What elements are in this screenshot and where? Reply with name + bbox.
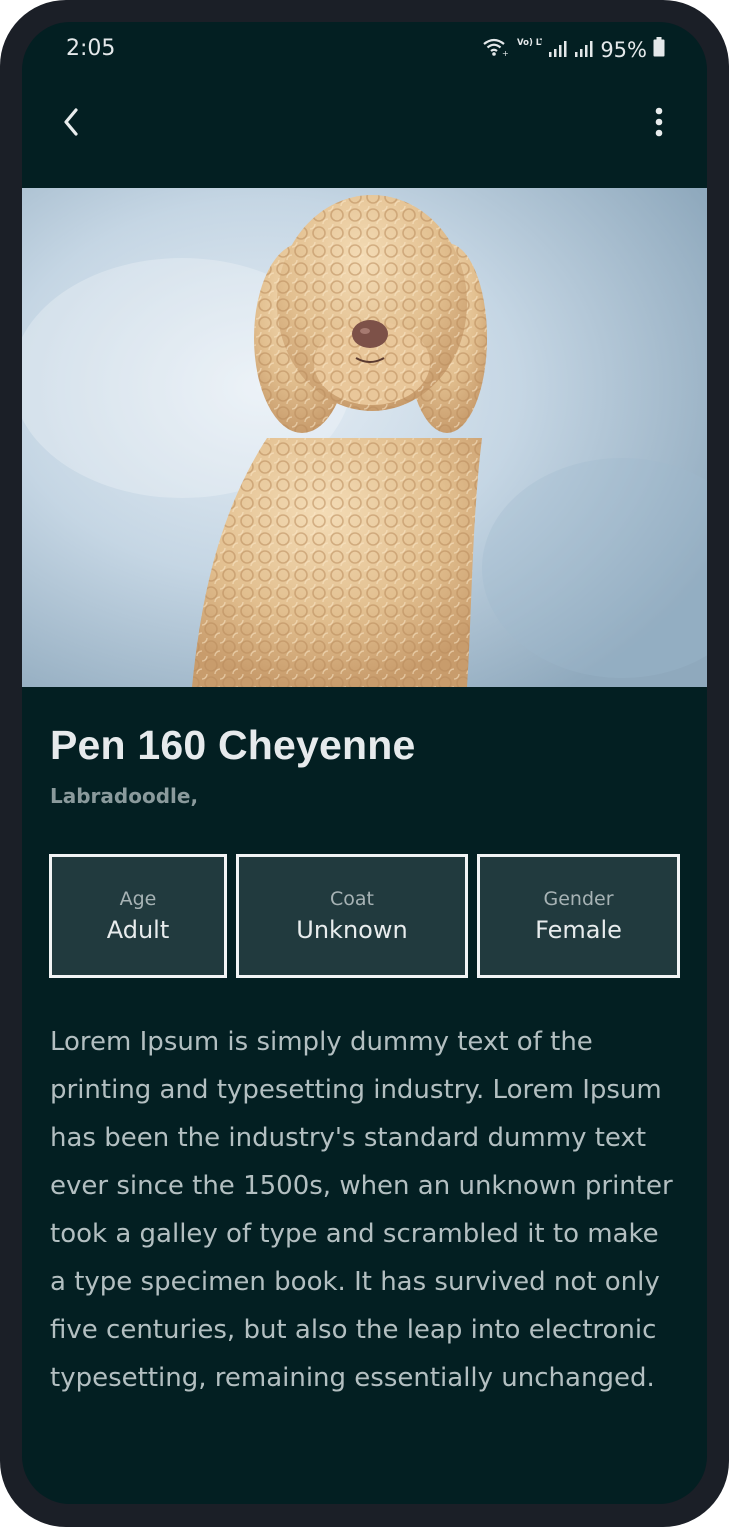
battery-percent: 95% bbox=[600, 37, 647, 62]
stat-label: Age bbox=[119, 888, 157, 910]
stat-label: Gender bbox=[543, 888, 614, 910]
wifi-icon: + bbox=[482, 37, 509, 62]
back-button[interactable] bbox=[52, 102, 92, 142]
stat-value: Unknown bbox=[296, 916, 408, 944]
battery-icon bbox=[653, 37, 665, 62]
chevron-left-icon bbox=[64, 108, 78, 136]
stat-card-gender: Gender Female bbox=[477, 854, 680, 978]
stat-card-age: Age Adult bbox=[49, 854, 227, 978]
stat-card-coat: Coat Unknown bbox=[236, 854, 468, 978]
pet-stats: Age Adult Coat Unknown Gender Female bbox=[49, 854, 680, 978]
pet-description: Lorem Ipsum is simply dummy text of the … bbox=[50, 1027, 673, 1393]
signal-icon bbox=[548, 38, 568, 62]
status-bar: 2:05 + Vo) LTE1 bbox=[22, 22, 707, 78]
stat-label: Coat bbox=[330, 888, 374, 910]
more-vertical-icon bbox=[655, 107, 663, 137]
app-bar bbox=[22, 84, 707, 184]
svg-text:+: + bbox=[502, 49, 508, 57]
phone-frame: 2:05 + Vo) LTE1 bbox=[0, 0, 729, 1527]
stat-value: Female bbox=[535, 916, 622, 944]
pet-breed: Labradoodle, bbox=[50, 784, 199, 808]
signal-icon bbox=[574, 38, 594, 62]
more-options-button[interactable] bbox=[639, 102, 679, 142]
stat-value: Adult bbox=[106, 916, 170, 944]
status-time: 2:05 bbox=[66, 36, 116, 61]
screen: 2:05 + Vo) LTE1 bbox=[22, 22, 707, 1504]
volte-icon: Vo) LTE1 bbox=[514, 36, 557, 63]
pet-photo bbox=[22, 188, 707, 687]
status-icons: + Vo) LTE1 bbox=[482, 36, 665, 63]
pet-name: Pen 160 Cheyenne bbox=[50, 722, 416, 768]
volte-text: Vo) LTE1 bbox=[517, 38, 542, 48]
